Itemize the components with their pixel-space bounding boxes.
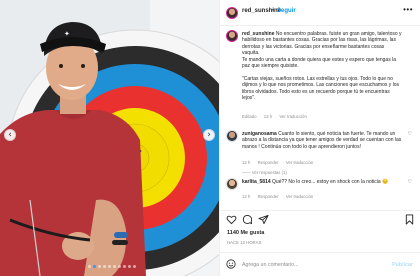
follow-button[interactable]: Seguir xyxy=(277,8,296,14)
post-side-panel: red_sunshine • Seguir ••• red_sunshine N… xyxy=(219,0,420,276)
commenter-username[interactable]: zuniganosama xyxy=(242,131,277,137)
carousel-dot xyxy=(108,265,111,268)
caption-username[interactable]: red_sunshine xyxy=(242,31,275,37)
comment-like-heart-icon[interactable]: ♡ xyxy=(408,131,412,137)
header-separator: • xyxy=(272,8,275,14)
carousel-dot xyxy=(128,265,131,268)
carousel-dots xyxy=(88,265,136,269)
comment-text: zuniganosama Cuanto lo siento, qué notic… xyxy=(242,131,402,150)
publish-button[interactable]: Publicar xyxy=(392,262,413,268)
caption-text: red_sunshine No encuentro palabras. fuis… xyxy=(242,31,402,101)
carousel-dot xyxy=(118,265,121,268)
post-photo: ✦ ‹ › xyxy=(0,0,219,276)
comments-list[interactable]: red_sunshine No encuentro palabras. fuis… xyxy=(220,26,420,210)
add-comment-bar: Agrega un comentario... Publicar xyxy=(220,252,420,276)
carousel-dot xyxy=(103,265,106,268)
comment-like-heart-icon[interactable]: ♡ xyxy=(408,179,412,185)
emoji-icon[interactable] xyxy=(226,259,236,269)
post-actions: 1140 Me gusta HACE 13 HORAS xyxy=(220,210,420,250)
carousel-dot xyxy=(123,265,126,268)
commenter-username[interactable]: karlita_5814 xyxy=(242,179,271,185)
comment-translate-link[interactable]: Ver traducción xyxy=(286,160,313,165)
comment-time: 12 h xyxy=(242,160,251,165)
post-header: red_sunshine • Seguir ••• xyxy=(220,0,420,26)
heart-icon[interactable] xyxy=(226,214,237,225)
share-icon[interactable] xyxy=(258,214,269,225)
author-username[interactable]: red_sunshine xyxy=(242,8,281,14)
commenter-avatar[interactable] xyxy=(226,130,238,142)
bookmark-icon[interactable] xyxy=(404,214,415,225)
comment-body: Qué?? No lo creo... estoy en shock con l… xyxy=(272,179,389,185)
commenter-avatar[interactable] xyxy=(226,178,238,190)
comment-input[interactable]: Agrega un comentario... xyxy=(242,262,299,268)
comment-reply-link[interactable]: Responder xyxy=(258,160,279,165)
comment-time: 12 h xyxy=(242,194,251,199)
comment-reply-link[interactable]: Responder xyxy=(258,194,279,199)
comment-text: karlita_5814 Qué?? No lo creo... estoy e… xyxy=(242,179,402,185)
caption-time: 13 h xyxy=(263,114,273,119)
previous-photo-arrow-icon[interactable]: ‹ xyxy=(4,129,16,141)
svg-text:✦: ✦ xyxy=(64,30,70,38)
caption-edited: Editado xyxy=(242,114,257,119)
caption-meta: Editado 13 h Ver traducción xyxy=(242,114,313,119)
carousel-dot xyxy=(98,265,101,268)
caption-paragraph-3: "Cartas viejas, sueños rotos. Las estrel… xyxy=(242,75,400,102)
likes-count[interactable]: 1140 Me gusta xyxy=(227,230,264,236)
carousel-dot-active xyxy=(93,265,96,268)
carousel-dot xyxy=(88,265,91,268)
author-avatar[interactable] xyxy=(226,7,238,19)
post-date: HACE 13 HORAS xyxy=(227,240,262,245)
caption-paragraph-2: Te mando una carta a donde quiera que es… xyxy=(242,56,396,70)
next-photo-arrow-icon[interactable]: › xyxy=(203,129,215,141)
carousel-dot xyxy=(133,265,136,268)
carousel-dot xyxy=(113,265,116,268)
comment-icon[interactable] xyxy=(242,214,253,225)
more-options-icon[interactable]: ••• xyxy=(403,5,413,14)
photo-illustration: ✦ xyxy=(0,0,219,276)
view-replies-link[interactable]: —— Ver respuestas (1) xyxy=(242,170,287,175)
comment-meta: 12 h Responder Ver traducción xyxy=(242,194,319,199)
comment-meta: 12 h Responder Ver traducción xyxy=(242,160,319,165)
author-avatar[interactable] xyxy=(226,30,238,42)
caption-translate-link[interactable]: Ver traducción xyxy=(279,114,306,119)
comment-translate-link[interactable]: Ver traducción xyxy=(286,194,313,199)
